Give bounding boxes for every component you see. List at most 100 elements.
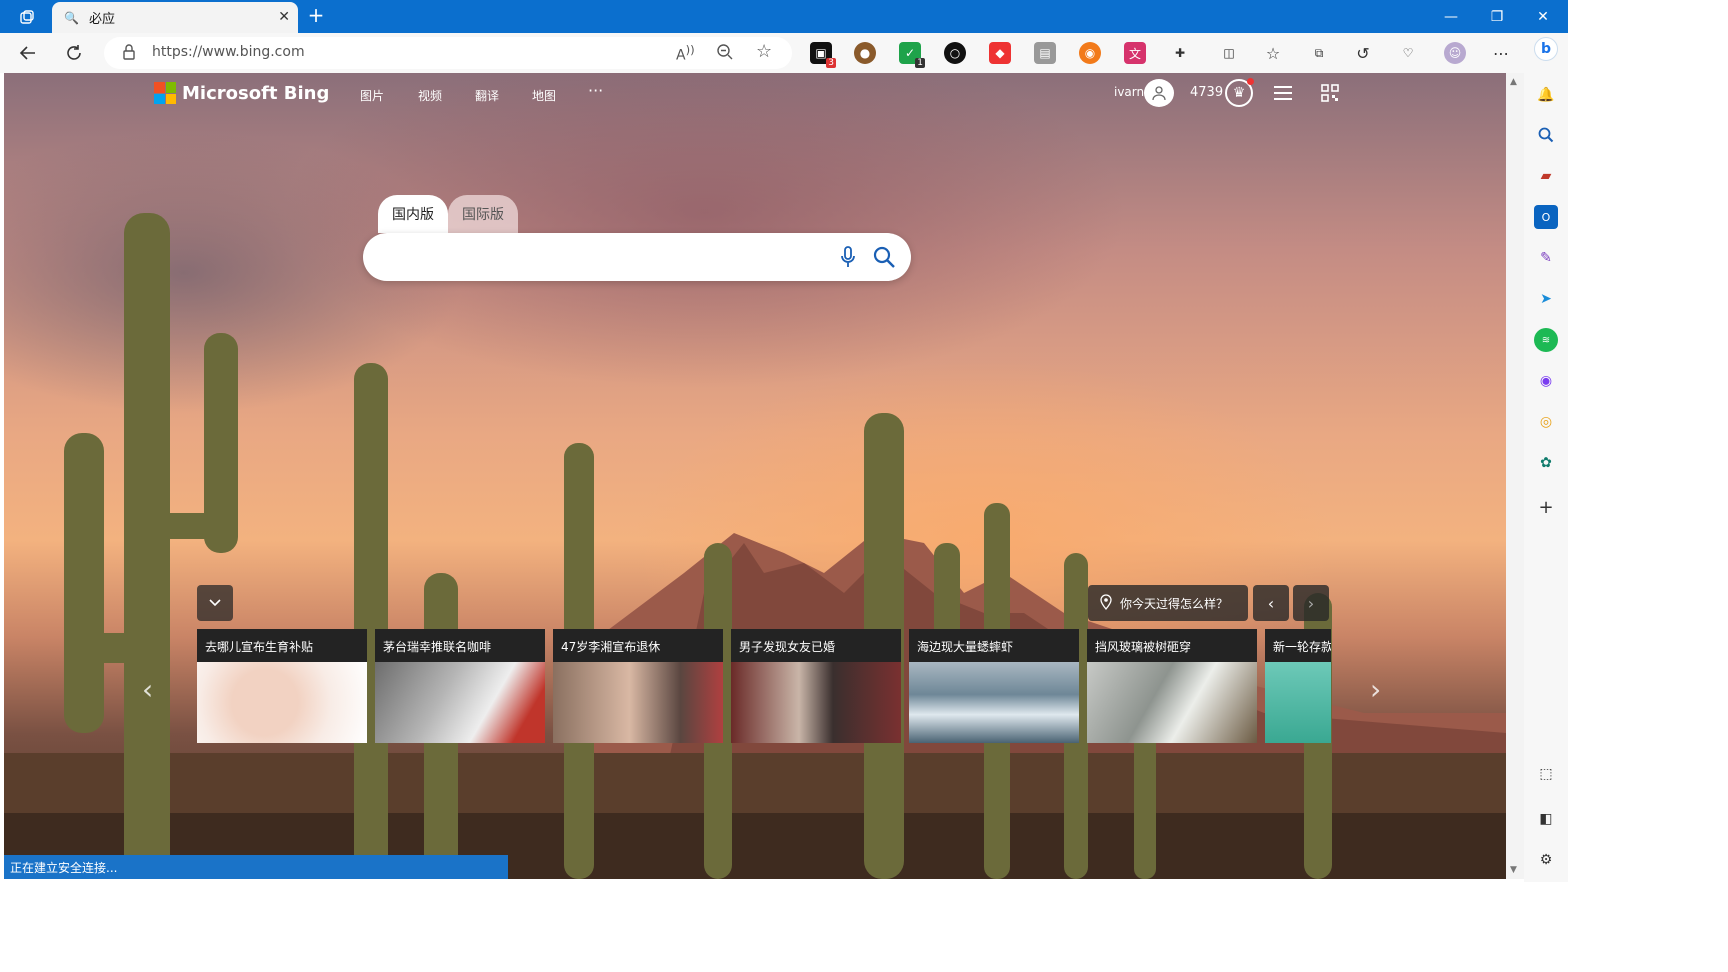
telegram-icon[interactable]: ➤: [1534, 287, 1558, 311]
circle-ext-icon[interactable]: ○: [944, 42, 966, 64]
news-card-title: 去哪儿宣布生育补贴: [197, 629, 367, 662]
restore-button[interactable]: ❐: [1474, 0, 1520, 33]
news-card-image: [909, 662, 1079, 743]
read-aloud-icon[interactable]: A)): [676, 43, 695, 64]
browser-tab[interactable]: 🔍 必应 ✕: [52, 2, 298, 33]
chrome-style-icon[interactable]: ◎: [1534, 410, 1558, 434]
news-card-image: [375, 662, 545, 743]
more-menu-icon[interactable]: ⋯: [1490, 42, 1512, 64]
shield-ext-icon[interactable]: ✓ 1: [899, 42, 925, 68]
puzzle-extensions-icon[interactable]: ✚: [1169, 42, 1191, 64]
carousel-left-arrow[interactable]: ‹: [142, 673, 153, 706]
outlook-icon[interactable]: O: [1534, 205, 1558, 229]
rewards-points[interactable]: 4739: [1190, 85, 1223, 100]
nav-videos[interactable]: 视频: [418, 87, 442, 104]
nav-translate[interactable]: 翻译: [475, 87, 499, 104]
news-card-image: [731, 662, 901, 743]
reader-ext-icon[interactable]: ▤: [1034, 42, 1056, 64]
search-region-tabs: 国内版 国际版: [378, 195, 518, 233]
copilot-icon[interactable]: b: [1534, 37, 1558, 61]
tab-domestic[interactable]: 国内版: [378, 195, 448, 233]
news-card[interactable]: 海边现大量蟋蟀虾: [909, 629, 1079, 743]
collections-icon[interactable]: ⧉: [1308, 42, 1330, 64]
news-card-title: 海边现大量蟋蟀虾: [909, 629, 1079, 662]
close-window-button[interactable]: ✕: [1520, 0, 1566, 33]
history-icon[interactable]: ↺: [1352, 42, 1374, 64]
microphone-icon[interactable]: [841, 246, 855, 272]
hamburger-menu-icon[interactable]: [1273, 85, 1293, 105]
notification-dot: [1247, 78, 1254, 85]
profile-icon[interactable]: ☺: [1444, 42, 1466, 64]
news-card[interactable]: 新一轮存款: [1265, 629, 1331, 743]
scroll-up-icon[interactable]: ▲: [1510, 77, 1517, 87]
news-card[interactable]: 男子发现女友已婚: [731, 629, 901, 743]
designer-icon[interactable]: ✎: [1534, 246, 1558, 270]
notification-bell-icon[interactable]: 🔔: [1534, 83, 1558, 107]
news-card-image: [1087, 662, 1257, 743]
split-screen-icon[interactable]: ◫: [1218, 42, 1240, 64]
prev-arrow-button[interactable]: ‹: [1253, 585, 1289, 621]
bookmark-ext-icon[interactable]: ▣ 3: [810, 42, 836, 68]
news-card-title: 47岁李湘宣布退休: [553, 629, 723, 662]
search-input[interactable]: [363, 233, 911, 281]
screenshot-icon[interactable]: ⬚: [1534, 762, 1558, 786]
cookie-ext-icon[interactable]: ●: [854, 42, 876, 64]
pink-ext-icon[interactable]: 文: [1124, 42, 1146, 64]
tab-close-icon[interactable]: ✕: [278, 9, 290, 25]
zoom-out-icon[interactable]: [716, 43, 734, 65]
favorite-star-icon[interactable]: ☆: [756, 41, 772, 62]
vertical-scrollbar[interactable]: ▲ ▼: [1506, 73, 1524, 879]
logo-text: Microsoft Bing: [182, 82, 330, 104]
search-button-icon[interactable]: [873, 246, 895, 272]
background-image: [4, 213, 1506, 879]
bing-logo[interactable]: Microsoft Bing: [154, 82, 329, 104]
shield-badge: 1: [915, 58, 925, 68]
refresh-button[interactable]: [60, 39, 88, 67]
messenger-icon[interactable]: ◉: [1534, 369, 1558, 393]
collapse-news-button[interactable]: [197, 585, 233, 621]
bing-homepage: Microsoft Bing 图片 视频 翻译 地图 ··· ivarn 473…: [4, 73, 1506, 879]
status-bar: 正在建立安全连接...: [4, 855, 508, 879]
rewards-trophy-icon[interactable]: ♛: [1225, 78, 1254, 107]
orange-ext-icon[interactable]: ◉: [1079, 42, 1101, 64]
minimize-button[interactable]: —: [1428, 0, 1474, 33]
nav-images[interactable]: 图片: [360, 87, 384, 104]
add-sidebar-app-icon[interactable]: +: [1534, 495, 1558, 519]
user-avatar-icon[interactable]: [1144, 79, 1174, 107]
news-card[interactable]: 去哪儿宣布生育补贴: [197, 629, 367, 743]
performance-icon[interactable]: ♡: [1397, 42, 1419, 64]
url-text: https://www.bing.com: [152, 44, 305, 60]
spotify-icon[interactable]: ≋: [1534, 328, 1558, 352]
search-sidebar-icon[interactable]: [1534, 123, 1558, 147]
hide-sidebar-icon[interactable]: ◧: [1534, 807, 1558, 831]
new-tab-button[interactable]: +: [304, 4, 328, 28]
browser-toolbar: https://www.bing.com A)) ☆ ▣ 3 ● ✓ 1 ○ ◆ ▤…: [0, 33, 1568, 73]
favorites-icon[interactable]: ☆: [1262, 42, 1284, 64]
scroll-down-icon[interactable]: ▼: [1510, 865, 1517, 875]
news-card[interactable]: 挡风玻璃被树砸穿: [1087, 629, 1257, 743]
nav-maps[interactable]: 地图: [532, 87, 556, 104]
tab-title: 必应: [88, 12, 115, 27]
back-button[interactable]: [14, 39, 42, 67]
how-is-your-day-button[interactable]: 你今天过得怎么样？: [1088, 585, 1248, 621]
news-card[interactable]: 47岁李湘宣布退休: [553, 629, 723, 743]
nav-more[interactable]: ···: [588, 81, 603, 100]
qr-code-icon[interactable]: [1321, 84, 1339, 106]
how-day-text: 你今天过得怎么样？: [1120, 596, 1229, 611]
carousel-right-arrow[interactable]: ›: [1370, 673, 1381, 706]
edge-sidebar: b 🔔 ▰ O ✎ ➤ ≋ ◉ ◎ ✿ + ⬚ ◧ ⚙: [1524, 33, 1568, 882]
location-pin-icon: [1100, 593, 1112, 613]
tools-briefcase-icon[interactable]: ▰: [1534, 164, 1558, 188]
workspaces-icon[interactable]: [4, 0, 50, 33]
settings-gear-icon[interactable]: ⚙: [1534, 848, 1558, 872]
tab-international[interactable]: 国际版: [448, 195, 518, 233]
news-card-title: 挡风玻璃被树砸穿: [1087, 629, 1257, 662]
chatgpt-icon[interactable]: ✿: [1534, 451, 1558, 475]
next-arrow-button[interactable]: ›: [1293, 585, 1329, 621]
microsoft-logo-icon: [154, 82, 176, 104]
news-card-image: [1265, 662, 1331, 743]
username[interactable]: ivarn: [1114, 85, 1144, 99]
news-card[interactable]: 茅台瑞幸推联名咖啡: [375, 629, 545, 743]
address-bar[interactable]: https://www.bing.com A)) ☆: [104, 37, 792, 69]
red-ext-icon[interactable]: ◆: [989, 42, 1011, 64]
